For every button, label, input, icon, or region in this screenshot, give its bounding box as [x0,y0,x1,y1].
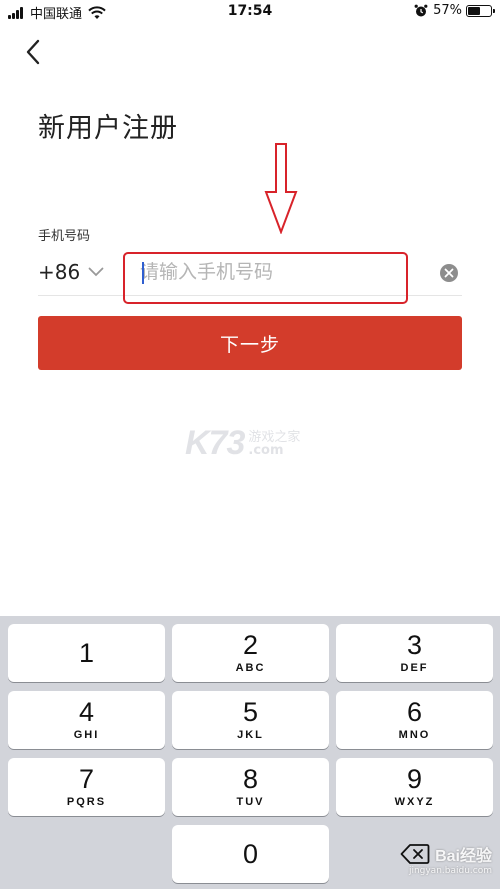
next-step-button[interactable]: 下一步 [38,316,462,370]
battery-icon [466,4,495,17]
key-digit: 9 [406,764,423,794]
key-4[interactable]: 4 GHI [8,691,165,749]
key-digit: 4 [78,697,95,727]
key-letters: PQRS [66,796,107,808]
key-1[interactable]: 1 [8,624,165,682]
key-letters: DEF [400,662,429,674]
phone-number-label: 手机号码 [38,229,91,244]
key-digit: 5 [242,697,259,727]
page-title: 新用户注册 [38,113,178,144]
watermark-name: 游戏之家 [248,429,301,445]
key-digit: 0 [242,838,259,869]
key-2[interactable]: 2 ABC [172,624,329,682]
annotation-arrow-icon [264,143,298,234]
baidu-watermark: Bai经验 jingyan.baidu.com [409,842,492,876]
key-5[interactable]: 5 JKL [172,691,329,749]
annotation-highlight-box [123,252,408,304]
key-3[interactable]: 3 DEF [336,624,493,682]
key-digit: 8 [242,764,259,794]
baidu-url: jingyan.baidu.com [408,866,492,876]
chevron-down-icon [88,267,104,277]
baidu-brand: Bai经验 [435,848,492,865]
watermark-logo: K73 [185,424,245,462]
key-letters: TUV [236,796,265,808]
country-code-selector[interactable]: +86 [38,260,104,284]
key-8[interactable]: 8 TUV [172,758,329,816]
key-letters: MNO [398,729,431,741]
key-digit: 1 [78,637,95,668]
watermark-domain: .com [248,442,284,458]
status-bar: 中国联通 17:54 57% [0,0,500,26]
key-letters: WXYZ [394,796,435,808]
key-digit: 7 [78,764,95,794]
key-9[interactable]: 9 WXYZ [336,758,493,816]
key-0[interactable]: 0 [172,825,329,883]
battery-percent: 57% [433,3,462,18]
k73-watermark: K73 游戏之家 .com [185,424,300,463]
chevron-left-icon[interactable] [22,38,46,66]
key-digit: 2 [242,630,259,660]
status-right: 57% [414,3,495,18]
key-letters: GHI [73,729,100,741]
key-digit: 6 [406,697,423,727]
key-letters: ABC [235,662,266,674]
alarm-icon [414,4,428,16]
battery-level [468,6,480,15]
country-code: +86 [38,260,81,284]
key-digit: 3 [406,630,423,660]
key-letters: JKL [237,729,264,741]
key-7[interactable]: 7 PQRS [8,758,165,816]
clear-icon[interactable] [440,264,458,282]
key-6[interactable]: 6 MNO [336,691,493,749]
